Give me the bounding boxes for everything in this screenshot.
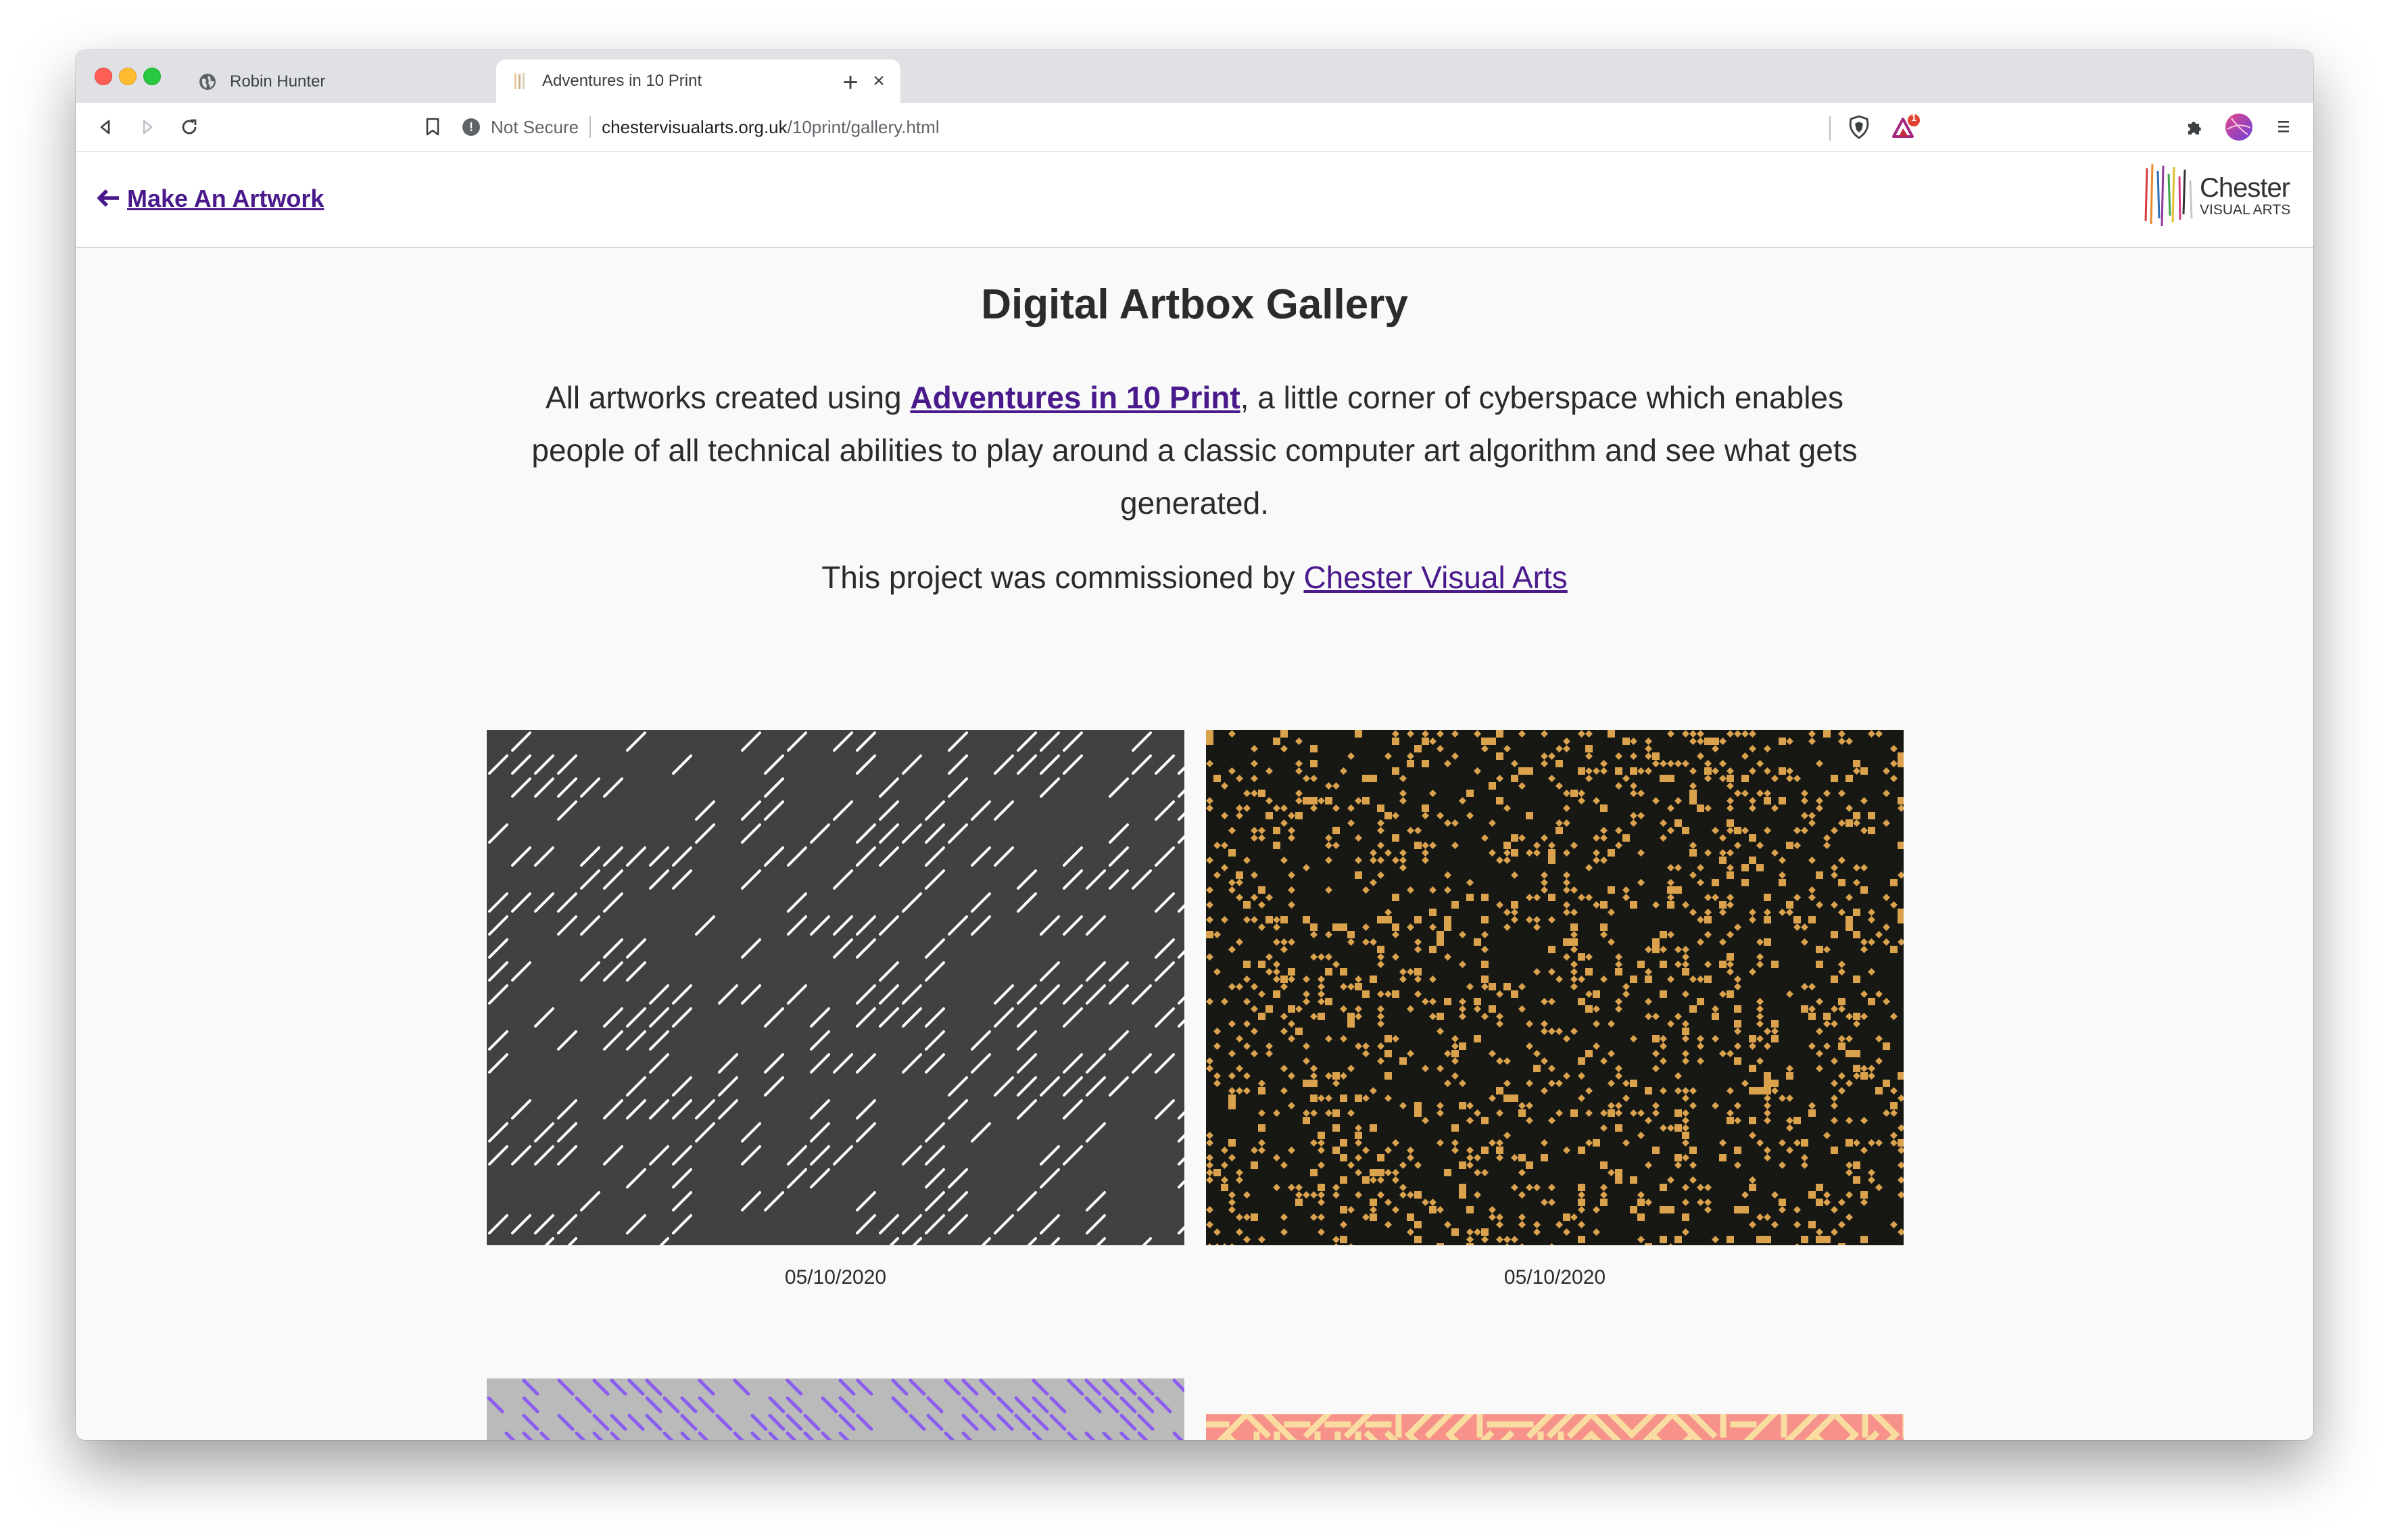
- make-an-artwork-label: Make An Artwork: [127, 185, 324, 212]
- page-title: Digital Artbox Gallery: [981, 281, 1408, 328]
- artwork-favicon-icon: [510, 71, 530, 91]
- url-host: chestervisualarts.org.uk: [602, 116, 788, 137]
- left-arrow-icon: [97, 185, 120, 213]
- maximize-window-button[interactable]: [143, 68, 161, 85]
- globe-icon: [197, 72, 218, 92]
- gallery-artwork-3[interactable]: [487, 1378, 1184, 1440]
- tab-label: Robin Hunter: [230, 72, 326, 91]
- tab-close-icon[interactable]: ×: [867, 69, 891, 93]
- browser-window: Robin Hunter × Adventures in 10 Print × …: [76, 50, 2313, 1440]
- commission-text: This project was commissioned by: [821, 560, 1304, 595]
- menu-icon[interactable]: [2267, 111, 2300, 143]
- logo-subtitle: VISUAL ARTS: [2200, 201, 2291, 218]
- artwork-date: 05/10/2020: [1503, 1266, 1606, 1289]
- new-tab-button[interactable]: +: [834, 66, 867, 99]
- gallery-artwork-1[interactable]: [487, 730, 1184, 1245]
- brave-shield-icon[interactable]: [1843, 111, 1875, 143]
- artwork-image: [487, 1378, 1184, 1440]
- artwork-image: [487, 730, 1184, 1245]
- omnibox-divider: [589, 116, 592, 138]
- tab-strip: Robin Hunter × Adventures in 10 Print × …: [76, 50, 2313, 103]
- omnibox-end-divider: [1829, 116, 1831, 141]
- adventures-in-10-print-link[interactable]: Adventures in 10 Print: [910, 380, 1240, 415]
- web-page: Make An Artwork Chester VISUAL ARTS Digi…: [76, 152, 2313, 1440]
- chester-visual-arts-link[interactable]: Chester Visual Arts: [1303, 560, 1567, 595]
- security-label: Not Secure: [491, 116, 579, 137]
- reload-icon[interactable]: [173, 111, 206, 143]
- brave-rewards-icon[interactable]: 1: [1890, 111, 1923, 143]
- intro-text-before: All artworks created using: [545, 380, 911, 415]
- chester-visual-arts-logo[interactable]: Chester VISUAL ARTS: [2143, 162, 2292, 229]
- gallery-artwork-2[interactable]: [1206, 730, 1904, 1245]
- artwork-date: 05/10/2020: [784, 1266, 887, 1289]
- commission-paragraph: This project was commissioned by Chester…: [76, 559, 2313, 596]
- browser-toolbar: ! Not Secure chestervisualarts.org.uk/10…: [76, 103, 2313, 152]
- tab-label: Adventures in 10 Print: [542, 72, 702, 90]
- back-icon[interactable]: [89, 111, 122, 143]
- extensions-icon[interactable]: [2178, 111, 2211, 143]
- profile-avatar-icon[interactable]: [2223, 111, 2255, 143]
- artwork-image: [1206, 1414, 1904, 1440]
- site-header: Make An Artwork Chester VISUAL ARTS: [76, 152, 2313, 248]
- info-icon[interactable]: !: [462, 118, 480, 136]
- logo-bars-icon: [2144, 164, 2193, 226]
- gallery-artwork-4[interactable]: [1206, 1414, 1904, 1440]
- minimize-window-button[interactable]: [119, 68, 137, 85]
- bookmark-icon[interactable]: [416, 111, 449, 143]
- artwork-image: [1206, 730, 1904, 1245]
- alert-count: 1: [1910, 112, 1917, 124]
- url-path: /10print/gallery.html: [787, 116, 940, 137]
- close-window-button[interactable]: [95, 68, 112, 85]
- forward-icon[interactable]: [131, 111, 164, 143]
- make-an-artwork-link[interactable]: Make An Artwork: [97, 185, 324, 213]
- address-bar[interactable]: ! Not Secure chestervisualarts.org.uk/10…: [462, 108, 1923, 146]
- logo-title: Chester: [2200, 172, 2290, 203]
- intro-paragraph: All artworks created using Adventures in…: [495, 371, 1894, 529]
